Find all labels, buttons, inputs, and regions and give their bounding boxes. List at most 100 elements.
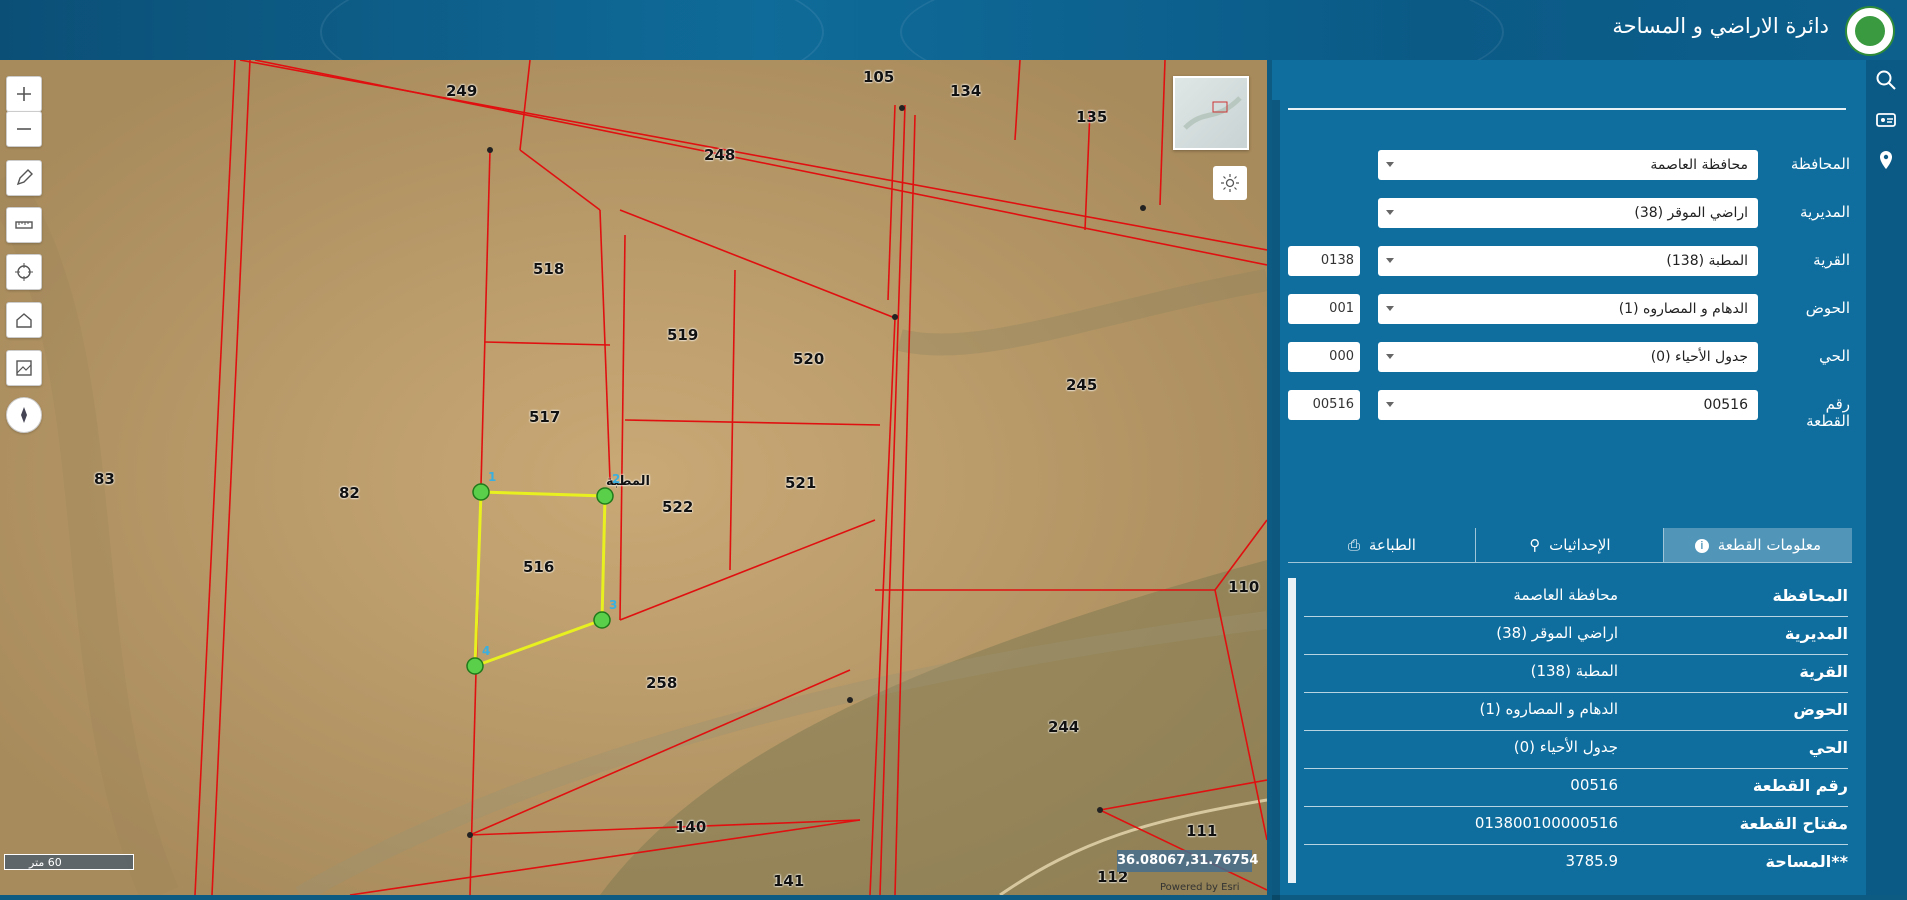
id-tool-button[interactable] <box>1874 108 1898 132</box>
parcel-label[interactable]: 111 <box>1186 822 1217 840</box>
parcel-label[interactable]: 249 <box>446 82 477 100</box>
caret-down-icon <box>1386 402 1394 407</box>
search-panel: المحافظة محافظة العاصمة المديرية اراضي ا… <box>1272 60 1866 900</box>
compass-icon <box>21 407 27 423</box>
id-card-icon <box>1876 113 1896 127</box>
info-scrollbar[interactable] <box>1288 578 1296 883</box>
table-row: مفتاح القطعة 013800100000516 <box>1304 806 1848 845</box>
parcel-label[interactable]: 258 <box>646 674 677 692</box>
tool-rail <box>1866 60 1907 895</box>
field-label: الحي <box>1819 347 1850 365</box>
parcel-label[interactable]: 110 <box>1228 578 1259 596</box>
search-tool-button[interactable] <box>1874 68 1898 92</box>
zoom-in-button[interactable] <box>6 76 42 112</box>
basemap-button[interactable] <box>6 350 42 386</box>
parcel-label[interactable]: 82 <box>339 484 360 502</box>
minus-icon <box>17 128 31 130</box>
sun-icon <box>1221 174 1239 192</box>
parcel-label[interactable]: 141 <box>773 872 804 890</box>
form-row-parcel-number: رقم القطعة 00516 00516 <box>1272 390 1866 430</box>
parcel-label[interactable]: 245 <box>1066 376 1097 394</box>
tab-separator <box>1663 528 1664 562</box>
ruler-icon <box>15 221 33 229</box>
parcel-label[interactable]: 248 <box>704 146 735 164</box>
parcel-label[interactable]: 521 <box>785 474 816 492</box>
home-button[interactable] <box>6 302 42 338</box>
parcel-label[interactable]: 518 <box>533 260 564 278</box>
neighborhood-select[interactable]: جدول الأحياء (0) <box>1378 342 1758 372</box>
basin-select[interactable]: الدهام و المصاروه (1) <box>1378 294 1758 324</box>
vertex-number: 4 <box>482 644 491 658</box>
tab-separator <box>1475 528 1476 562</box>
info-tabs: معلومات القطعة i الإحداثيات ⚲ الطباعة ⎙ <box>1288 528 1852 563</box>
caret-down-icon <box>1386 162 1394 167</box>
draw-button[interactable] <box>6 160 42 196</box>
brightness-button[interactable] <box>1213 166 1247 200</box>
form-row-village: القرية المطبة (138) 0138 <box>1272 246 1866 278</box>
tab-parcel-info[interactable]: معلومات القطعة i <box>1664 528 1852 562</box>
table-row: القرية المطبة (138) <box>1304 654 1848 693</box>
locate-button[interactable] <box>6 254 42 290</box>
measure-button[interactable] <box>6 207 42 243</box>
form-row-neighborhood: الحي جدول الأحياء (0) 000 <box>1272 342 1866 374</box>
vertex-number: 3 <box>609 598 618 612</box>
scale-bar: 60 متر <box>4 854 134 870</box>
village-code-input[interactable]: 0138 <box>1288 246 1360 276</box>
pencil-icon <box>16 169 33 186</box>
compass-button[interactable] <box>6 397 42 433</box>
tab-print[interactable]: الطباعة ⎙ <box>1288 528 1476 562</box>
parcel-code-input[interactable]: 00516 <box>1288 390 1360 420</box>
parcel-label[interactable]: 140 <box>675 818 706 836</box>
vertex-number: 1 <box>488 470 497 484</box>
parcel-label[interactable]: 519 <box>667 326 698 344</box>
table-row: المحافظة محافظة العاصمة <box>1304 578 1848 617</box>
cursor-coordinates: 36.08067,31.76754 <box>1117 850 1258 872</box>
locate-tool-button[interactable] <box>1874 148 1898 172</box>
parcel-label[interactable]: 105 <box>863 68 894 86</box>
field-label: المديرية <box>1800 203 1850 221</box>
panel-divider <box>1288 108 1846 110</box>
form-row-governorate: المحافظة محافظة العاصمة <box>1272 150 1866 182</box>
person-pin-icon: ⚲ <box>1529 536 1541 554</box>
parcel-label[interactable]: 517 <box>529 408 560 426</box>
parcel-label[interactable]: 522 <box>662 498 693 516</box>
table-row: رقم القطعة 00516 <box>1304 768 1848 807</box>
location-pin-icon <box>1880 151 1892 169</box>
parcel-label[interactable]: 135 <box>1076 108 1107 126</box>
map-view[interactable]: 249 105 134 135 248 518 519 520 245 517 … <box>0 60 1267 895</box>
form-row-directorate: المديرية اراضي الموقر (38) <box>1272 198 1866 230</box>
parcel-label[interactable]: 520 <box>793 350 824 368</box>
table-row: الحي جدول الأحياء (0) <box>1304 730 1848 769</box>
basin-code-input[interactable]: 001 <box>1288 294 1360 324</box>
field-label: المحافظة <box>1790 155 1850 173</box>
form-row-basin: الحوض الدهام و المصاروه (1) 001 <box>1272 294 1866 326</box>
caret-down-icon <box>1386 258 1394 263</box>
governorate-select[interactable]: محافظة العاصمة <box>1378 150 1758 180</box>
printer-icon: ⎙ <box>1348 536 1361 554</box>
neighborhood-code-input[interactable]: 000 <box>1288 342 1360 372</box>
parcel-label[interactable]: 83 <box>94 470 115 488</box>
parcel-number-select[interactable]: 00516 <box>1378 390 1758 420</box>
field-label: القرية <box>1813 251 1850 269</box>
parcel-label[interactable]: 516 <box>523 558 554 576</box>
caret-down-icon <box>1386 306 1394 311</box>
overview-map[interactable] <box>1173 76 1249 150</box>
parcel-label[interactable]: 134 <box>950 82 981 100</box>
zoom-out-button[interactable] <box>6 111 42 147</box>
map-labels: 249 105 134 135 248 518 519 520 245 517 … <box>0 60 1267 895</box>
app-title: دائرة الاراضي و المساحة <box>1612 14 1829 38</box>
tab-coordinates[interactable]: الإحداثيات ⚲ <box>1476 528 1664 562</box>
table-row: **المساحة 3785.9 <box>1565 852 1849 871</box>
map-attribution: Powered by Esri <box>1160 882 1240 893</box>
info-icon: i <box>1694 538 1709 553</box>
search-icon <box>1876 70 1896 90</box>
village-select[interactable]: المطبة (138) <box>1378 246 1758 276</box>
top-bar: دائرة الاراضي و المساحة <box>0 0 1907 60</box>
field-label: رقم القطعة <box>1806 395 1850 430</box>
dls-logo[interactable] <box>1845 6 1895 56</box>
plus-icon <box>17 87 31 101</box>
caret-down-icon <box>1386 354 1394 359</box>
parcel-label[interactable]: 244 <box>1048 718 1079 736</box>
directorate-select[interactable]: اراضي الموقر (38) <box>1378 198 1758 228</box>
field-label: الحوض <box>1805 299 1850 317</box>
